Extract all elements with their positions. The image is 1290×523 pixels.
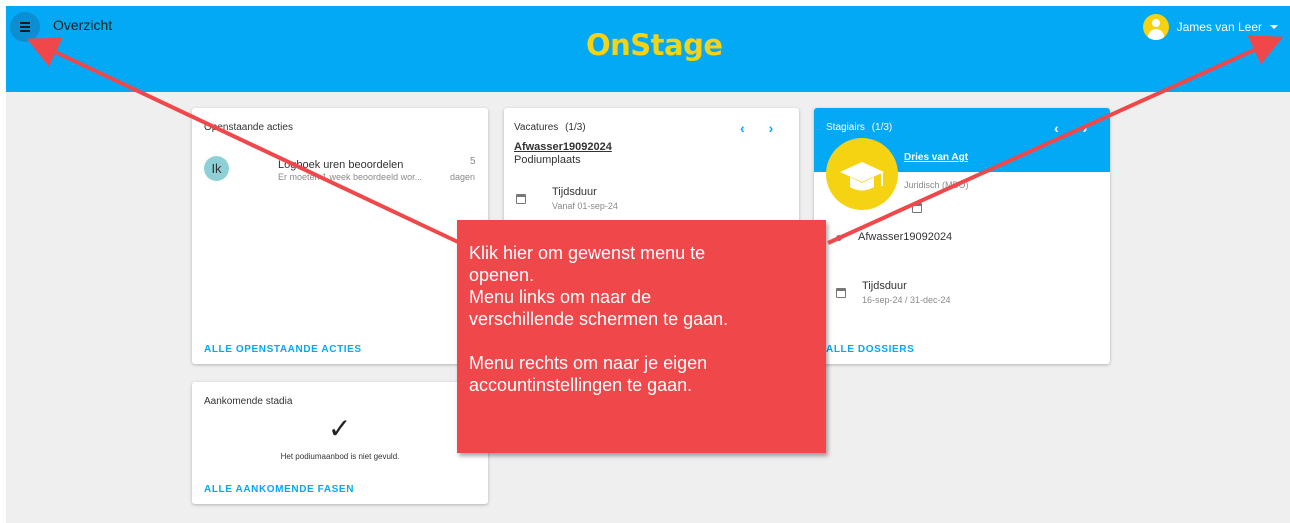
vacancies-title: Vacatures (1/3)	[514, 122, 586, 133]
interns-nav: ‹ ›	[1054, 120, 1087, 136]
vacancies-nav: ‹ ›	[740, 120, 773, 136]
action-item-count: 5	[470, 156, 476, 167]
interns-card: Stagiairs (1/3) ‹ › Dries van Agt Juridi…	[814, 108, 1110, 364]
callout-line: openen.	[469, 265, 535, 285]
calendar-icon	[836, 288, 846, 298]
callout-line: Menu rechts om naar je eigen	[469, 353, 708, 373]
upcoming-empty-message: Het podiumaanbod is niet gevuld.	[280, 452, 400, 461]
onstage-logo[interactable]: OnStage	[586, 28, 723, 62]
action-item-subtitle: Er moeten 1 week beoordeeld wor...	[278, 172, 423, 182]
intern-school: Juridisch (MBO)	[904, 180, 969, 190]
intern-name-link[interactable]: Dries van Agt	[904, 152, 968, 163]
vacancy-name-link[interactable]: Afwasser19092024	[514, 141, 612, 153]
location-pin-icon	[836, 235, 842, 241]
user-name[interactable]: James van Leer	[1177, 20, 1262, 34]
vacancies-counter: (1/3)	[565, 122, 586, 133]
intern-duration-label: Tijdsduur	[862, 280, 907, 292]
checkmark-icon: ✓	[328, 413, 352, 444]
calendar-icon	[516, 194, 526, 204]
page-title: Overzicht	[53, 17, 113, 33]
open-actions-title: Openstaande acties	[204, 122, 293, 133]
upcoming-stages-card: Aankomende stadia ✓ Het podiumaanbod is …	[192, 382, 488, 504]
interns-title-text: Stagiairs	[826, 122, 865, 133]
vacancy-duration-label: Tijdsduur	[552, 186, 597, 198]
chevron-left-icon[interactable]: ‹	[1054, 120, 1059, 136]
user-menu[interactable]: James van Leer	[1142, 14, 1278, 40]
interns-counter: (1/3)	[871, 122, 893, 133]
chevron-down-icon[interactable]	[1270, 25, 1278, 29]
vacancy-duration-value: Vanaf 01-sep-24	[552, 201, 618, 211]
open-actions-card: Openstaande acties Ik Logboek uren beoor…	[192, 108, 488, 364]
all-dossiers-link[interactable]: ALLE DOSSIERS	[826, 344, 914, 355]
instruction-callout: Klik hier om gewenst menu te openen. Men…	[457, 220, 826, 453]
chevron-right-icon[interactable]: ›	[769, 120, 774, 136]
callout-line: verschillende schermen te gaan.	[469, 309, 729, 329]
vacancies-title-text: Vacatures	[514, 122, 559, 133]
chevron-right-icon[interactable]: ›	[1083, 120, 1088, 136]
intern-vacancy: Afwasser19092024	[858, 231, 953, 243]
action-item-title[interactable]: Logboek uren beoordelen	[278, 159, 403, 171]
callout-line: accountinstellingen te gaan.	[469, 375, 693, 395]
calendar-icon	[912, 203, 922, 213]
top-bar: Overzicht OnStage James van Leer	[6, 6, 1290, 92]
callout-line: Klik hier om gewenst menu te	[469, 243, 706, 263]
vacancy-place: Podiumplaats	[514, 154, 581, 166]
app-window: Overzicht OnStage James van Leer Opensta…	[6, 6, 1290, 523]
intern-duration-value: 16-sep-24 / 31-dec-24	[862, 295, 951, 305]
callout-line: Menu links om naar de	[469, 287, 652, 307]
interns-title: Stagiairs (1/3)	[826, 122, 892, 133]
action-avatar: Ik	[204, 156, 229, 181]
action-item-unit: dagen	[450, 172, 476, 182]
user-avatar-icon[interactable]	[1142, 14, 1169, 40]
hamburger-menu-icon[interactable]	[10, 12, 40, 42]
upcoming-stages-title: Aankomende stadia	[204, 396, 293, 407]
all-open-actions-link[interactable]: ALLE OPENSTAANDE ACTIES	[204, 344, 362, 355]
graduation-cap-avatar-icon	[826, 138, 898, 210]
all-upcoming-phases-link[interactable]: ALLE AANKOMENDE FASEN	[204, 484, 354, 495]
chevron-left-icon[interactable]: ‹	[740, 120, 745, 136]
